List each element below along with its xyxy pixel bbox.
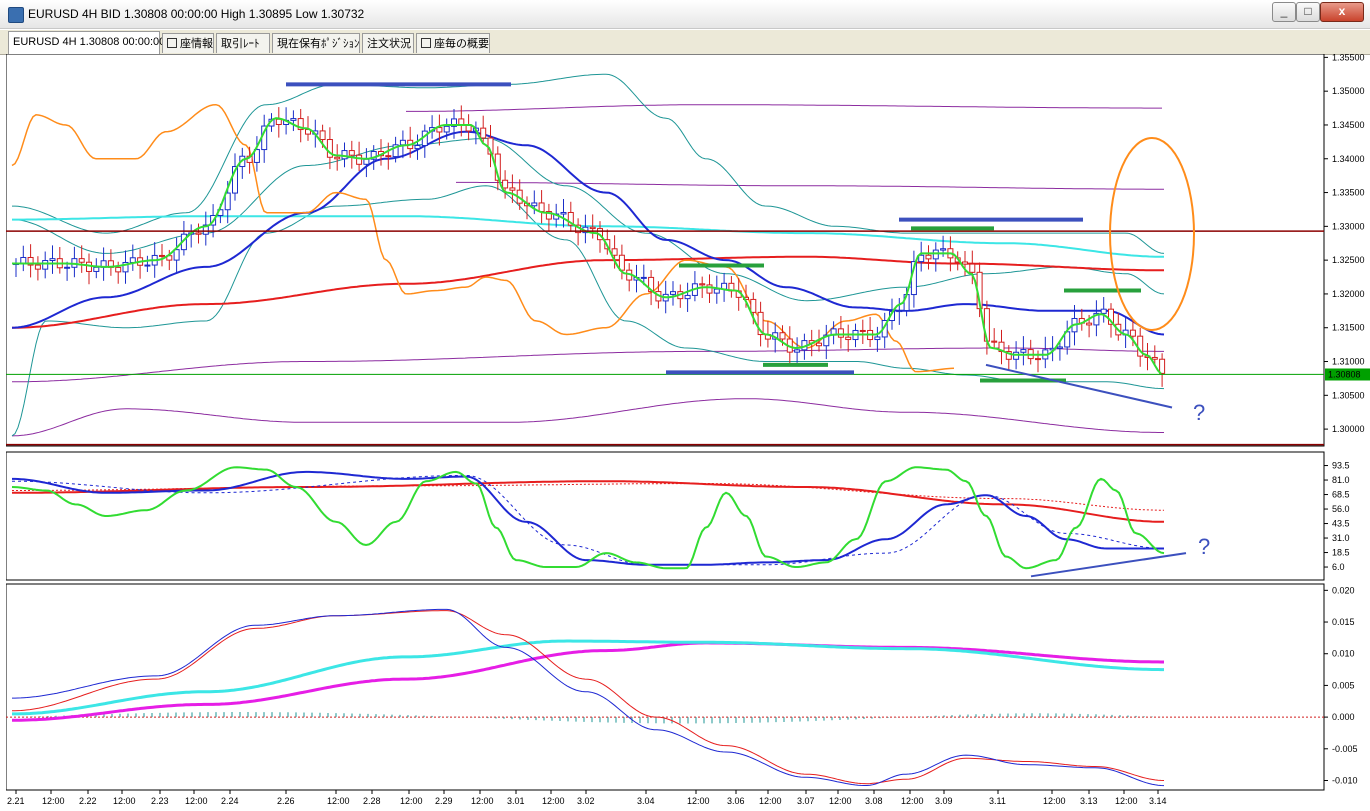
y-tick-label: 81.0 — [1332, 475, 1350, 485]
x-tick-label: 12:00 — [1043, 796, 1066, 806]
tab-orders[interactable]: 注文状況 — [362, 33, 414, 53]
tab-account-info[interactable]: 座情報 — [162, 33, 214, 53]
x-tick-label: 3.01 — [507, 796, 525, 806]
x-tick-label: 3.11 — [989, 796, 1006, 806]
y-tick-label: -0.010 — [1332, 775, 1358, 785]
stochastic-panel[interactable]: ? — [6, 451, 1325, 581]
y-tick-label: 0.020 — [1332, 585, 1355, 595]
tab-label: EURUSD 4H 1.30808 00:00:00 — [13, 36, 166, 48]
window-title: EURUSD 4H BID 1.30808 00:00:00 High 1.30… — [28, 7, 365, 21]
x-tick-label: 2.29 — [435, 796, 453, 806]
y-tick-label: 31.0 — [1332, 533, 1350, 543]
tab-label: 現在保有ﾎﾟｼﾞｼｮﾝ — [277, 38, 360, 50]
minimize-button[interactable]: _ — [1272, 2, 1296, 22]
y-tick-label: 0.005 — [1332, 680, 1355, 690]
chart-svg[interactable]: ? ? 1.30808 1.35500 1.35000 1.34500 1.34000 1… — [6, 54, 1370, 811]
window-titlebar: EURUSD 4H BID 1.30808 00:00:00 High 1.30… — [0, 0, 1370, 29]
x-tick-label: 12:00 — [759, 796, 782, 806]
y-tick-label: 1.32500 — [1332, 255, 1365, 265]
x-tick-label: 3.07 — [797, 796, 815, 806]
y-tick-label: 56.0 — [1332, 504, 1350, 514]
x-tick-label: 12:00 — [901, 796, 924, 806]
x-tick-label: 2.23 — [151, 796, 169, 806]
macd-panel[interactable] — [6, 583, 1325, 791]
y-tick-label: 1.30000 — [1332, 424, 1365, 434]
question-mark: ? — [1198, 534, 1210, 559]
restore-button[interactable]: □ — [1296, 2, 1320, 22]
x-tick-label: 12:00 — [1115, 796, 1138, 806]
x-tick-label: 2.22 — [79, 796, 97, 806]
price-panel[interactable]: ? — [6, 54, 1325, 447]
x-tick-label: 12:00 — [829, 796, 852, 806]
y-tick-label: 0.015 — [1332, 617, 1355, 627]
y-tick-label: 0.010 — [1332, 649, 1355, 659]
tab-label: 取引ﾚｰﾄ — [221, 38, 260, 50]
x-tick-label: 12:00 — [327, 796, 350, 806]
y-tick-label: 1.30500 — [1332, 390, 1365, 400]
x-tick-label: 2.26 — [277, 796, 295, 806]
x-tick-label: 3.04 — [637, 796, 655, 806]
app-icon — [8, 7, 24, 23]
x-tick-label: 3.09 — [935, 796, 953, 806]
y-tick-label: 1.35000 — [1332, 86, 1365, 96]
x-tick-label: 2.28 — [363, 796, 381, 806]
y-tick-label: 1.33500 — [1332, 188, 1365, 198]
y-tick-label: 1.35500 — [1332, 54, 1365, 62]
y-tick-label: 1.34000 — [1332, 154, 1365, 164]
window-icon — [167, 38, 177, 48]
x-tick-label: 3.06 — [727, 796, 745, 806]
y-tick-label: 1.31000 — [1332, 357, 1365, 367]
x-tick-label: 3.08 — [865, 796, 883, 806]
tab-bar: EURUSD 4H 1.30808 00:00:00 座情報 取引ﾚｰﾄ 現在保… — [0, 30, 1370, 55]
tab-label: 注文状況 — [367, 38, 411, 50]
tab-chart-eurusd[interactable]: EURUSD 4H 1.30808 00:00:00 — [8, 31, 165, 54]
x-tick-label: 12:00 — [185, 796, 208, 806]
y-tick-label: 93.5 — [1332, 461, 1350, 471]
x-tick-label: 3.02 — [577, 796, 595, 806]
x-tick-label: 2.21 — [7, 796, 25, 806]
tab-positions[interactable]: 現在保有ﾎﾟｼﾞｼｮﾝ — [272, 33, 360, 53]
x-tick-label: 2.24 — [221, 796, 239, 806]
x-tick-label: 3.13 — [1080, 796, 1098, 806]
y-tick-label: 43.5 — [1332, 519, 1350, 529]
y-tick-label: 1.34500 — [1332, 120, 1365, 130]
y-tick-label: 1.33000 — [1332, 221, 1365, 231]
y-tick-label: 6.0 — [1332, 562, 1345, 572]
y-tick-label: 68.5 — [1332, 490, 1350, 500]
window-icon — [421, 38, 431, 48]
x-tick-label: 3.14 — [1149, 796, 1167, 806]
y-tick-label: 18.5 — [1332, 548, 1350, 558]
x-tick-label: 12:00 — [42, 796, 65, 806]
x-tick-label: 12:00 — [542, 796, 565, 806]
x-tick-label: 12:00 — [113, 796, 136, 806]
chart-area[interactable]: ? ? 1.30808 1.35500 1.35000 1.34500 1.34000 1… — [6, 54, 1370, 811]
x-tick-label: 12:00 — [471, 796, 494, 806]
x-tick-label: 12:00 — [400, 796, 423, 806]
y-tick-label: 0.000 — [1332, 712, 1355, 722]
y-tick-label: -0.005 — [1332, 744, 1358, 754]
tab-account-summary[interactable]: 座毎の概要 — [416, 33, 490, 53]
close-button[interactable]: x — [1320, 2, 1364, 22]
tab-label: 座情報 — [180, 38, 213, 50]
current-price-label: 1.30808 — [1328, 369, 1361, 379]
x-tick-label: 12:00 — [687, 796, 710, 806]
question-mark: ? — [1193, 400, 1205, 425]
tab-rates[interactable]: 取引ﾚｰﾄ — [216, 33, 270, 53]
tab-label: 座毎の概要 — [434, 38, 489, 50]
y-tick-label: 1.32000 — [1332, 289, 1365, 299]
y-tick-label: 1.31500 — [1332, 323, 1365, 333]
